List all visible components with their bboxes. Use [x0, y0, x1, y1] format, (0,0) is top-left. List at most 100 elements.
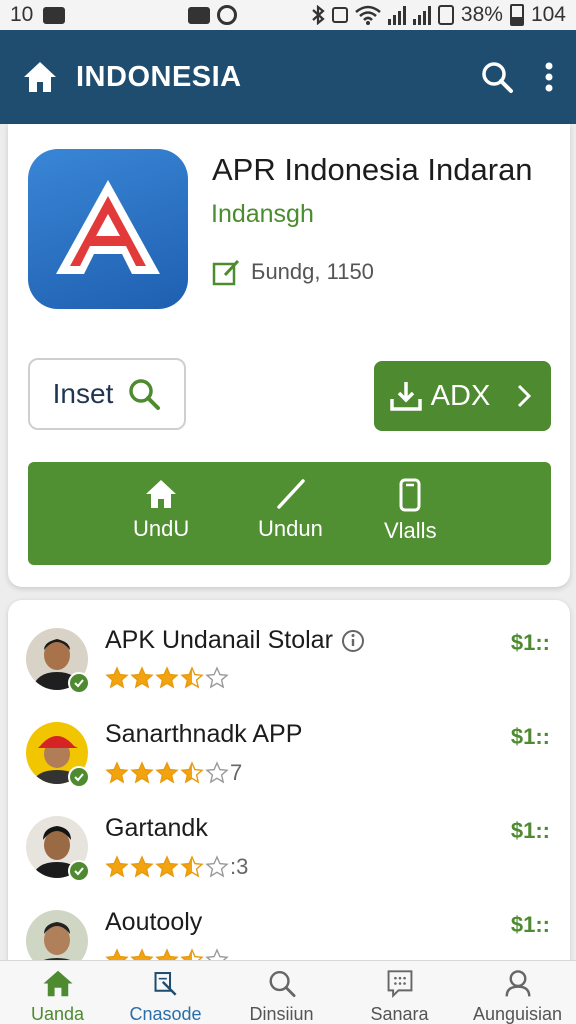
- price-label: $1::: [510, 818, 550, 843]
- action-undu[interactable]: UndU: [133, 478, 189, 542]
- nav-item-uanda[interactable]: Uanda: [0, 961, 115, 1024]
- star-icon: [180, 761, 204, 784]
- list-item[interactable]: APK Undanail Stolar $1::: [8, 624, 570, 719]
- list-item-title: Gartandk: [105, 814, 208, 843]
- verified-icon: [68, 672, 90, 694]
- app-meta: Бundg, 1150: [211, 257, 374, 287]
- price-label: $1::: [510, 912, 550, 937]
- list-item-title-text: APK Undanail Stolar: [105, 626, 333, 654]
- nav-item-cnasode[interactable]: Cnasode: [108, 961, 223, 1024]
- page-title: INDONESIA: [76, 60, 242, 93]
- star-icon: [205, 761, 229, 784]
- download-icon: [389, 382, 422, 411]
- nav-label: Dinsiiun: [249, 1004, 314, 1024]
- nav-label: Uanda: [30, 1004, 85, 1024]
- info-icon[interactable]: [341, 629, 365, 653]
- chevron-right-icon: [518, 384, 532, 408]
- action-vlalls-label: Vlalls: [384, 518, 437, 543]
- nav-item-sanara[interactable]: Sanara: [342, 961, 457, 1024]
- app-title: APR Indonesia Indaran: [212, 152, 533, 187]
- app-detail-card: APR Indonesia Indaran Indansgh Бundg, 11…: [8, 124, 570, 587]
- inset-button-label: Inset: [52, 378, 114, 409]
- app-meta-text: Бundg, 1150: [251, 259, 374, 284]
- nav-label: Aunguisian: [472, 1004, 563, 1024]
- list-item-title: Aoutooly: [105, 908, 202, 937]
- action-bar: UndU Undun Vlalls: [28, 462, 551, 565]
- search-icon: [129, 379, 161, 410]
- star-icon: [180, 855, 204, 878]
- battery-icon: [509, 4, 524, 26]
- star-icon: [180, 666, 204, 689]
- action-undu-label: UndU: [133, 516, 190, 541]
- camera-icon: [187, 6, 210, 24]
- star-icon: [155, 761, 179, 784]
- list-item-title-text: Aoutooly: [105, 908, 203, 936]
- star-icon: [130, 761, 154, 784]
- verified-icon: [68, 860, 90, 882]
- app-developer-link[interactable]: Indansgh: [211, 200, 314, 229]
- status-number: 104: [530, 3, 566, 26]
- rating-stars: [105, 666, 230, 690]
- star-icon: [155, 855, 179, 878]
- rating-stars: 7: [105, 760, 242, 786]
- star-icon: [130, 666, 154, 689]
- more-vert-icon[interactable]: [544, 61, 554, 93]
- star-icon: [105, 855, 129, 878]
- action-vlalls[interactable]: Vlalls: [384, 478, 437, 544]
- rating-suffix: :3: [230, 854, 249, 879]
- rating-suffix: 7: [230, 760, 243, 785]
- phone-icon: [399, 478, 421, 512]
- wifi-icon: [355, 5, 381, 25]
- sync-icon: [216, 5, 237, 25]
- nav-label: Cnasode: [129, 1004, 202, 1024]
- nav-item-dinsiiun[interactable]: Dinsiiun: [224, 961, 339, 1024]
- battery-percent: 38%: [460, 3, 503, 26]
- list-item[interactable]: Gartandk :3 $1::: [8, 812, 570, 907]
- app-bar: INDONESIA: [0, 30, 576, 124]
- price-label: $1::: [510, 630, 550, 655]
- search-icon: [269, 971, 295, 997]
- home-icon: [43, 970, 72, 997]
- star-icon: [155, 666, 179, 689]
- list-item-title: APK Undanail Stolar: [105, 626, 365, 655]
- verified-icon: [68, 766, 90, 788]
- gallery-icon: [43, 6, 66, 24]
- lock-icon: [331, 7, 348, 23]
- bottom-nav: Uanda Cnasode Dinsiiun Sanara Aunguisian: [0, 960, 576, 1024]
- app-list: APK Undanail Stolar $1:: Sanarthnadk APP…: [8, 600, 570, 970]
- star-icon: [105, 761, 129, 784]
- install-adx-label: ADX: [430, 379, 491, 412]
- status-bar: 10 38% 104: [0, 0, 576, 30]
- star-icon: [130, 855, 154, 878]
- home-icon[interactable]: [22, 60, 58, 94]
- app-logo: [28, 149, 188, 309]
- action-undun[interactable]: Undun: [258, 478, 323, 542]
- price-label: $1::: [510, 724, 550, 749]
- nav-item-aunguisian[interactable]: Aunguisian: [460, 961, 575, 1024]
- search-icon[interactable]: [480, 60, 514, 94]
- install-adx-button[interactable]: ADX: [374, 361, 551, 431]
- star-icon: [205, 666, 229, 689]
- star-icon: [205, 855, 229, 878]
- inset-button[interactable]: Inset: [28, 358, 186, 430]
- star-icon: [105, 666, 129, 689]
- person-icon: [505, 970, 530, 997]
- slash-icon: [277, 479, 306, 509]
- list-item[interactable]: Sanarthnadk APP 7 $1::: [8, 718, 570, 813]
- app-logo-letter-a: [56, 180, 160, 274]
- bluetooth-icon: [312, 5, 325, 25]
- chat-icon: [387, 970, 412, 998]
- pencil-icon: [154, 972, 177, 996]
- list-item-title-text: Sanarthnadk APP: [105, 720, 303, 748]
- rating-stars: :3: [105, 854, 248, 880]
- signal-icon-2: [412, 5, 431, 25]
- sim-icon: [437, 5, 454, 25]
- edit-icon: [212, 259, 240, 286]
- list-item-title: Sanarthnadk APP: [105, 720, 302, 749]
- signal-icon: [387, 5, 406, 25]
- nav-label: Sanara: [370, 1004, 429, 1024]
- status-time: 10: [10, 3, 34, 26]
- home-icon: [146, 480, 177, 508]
- action-undun-label: Undun: [258, 516, 323, 541]
- list-item-title-text: Gartandk: [105, 814, 208, 842]
